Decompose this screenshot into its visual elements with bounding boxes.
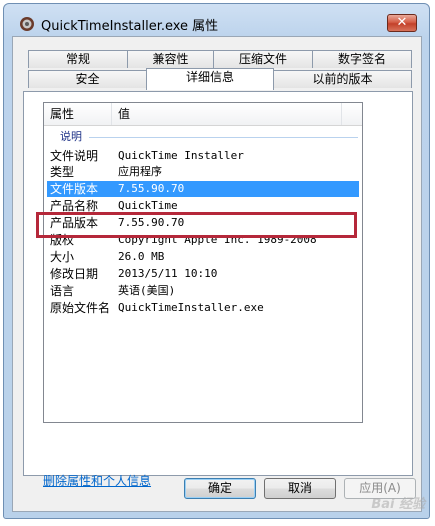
list-item[interactable]: 文件说明 QuickTime Installer [47,148,359,164]
property-value: QuickTime Installer [118,149,244,162]
window-title: QuickTimeInstaller.exe 属性 [41,19,219,34]
property-value: 应用程序 [118,165,162,178]
property-value: 英语(美国) [118,284,176,297]
property-name: 版权 [50,233,75,247]
property-value: 26.0 MB [118,250,165,263]
list-item[interactable]: 修改日期 2013/5/11 10:10 [47,266,359,282]
list-item[interactable]: 语言 英语(美国) [47,283,359,299]
property-value: QuickTimeInstaller.exe [118,301,264,314]
tab-general[interactable]: 常规 [28,50,128,68]
property-name: 大小 [50,250,75,264]
list-item[interactable]: 原始文件名 QuickTimeInstaller.exe [47,300,359,316]
list-item[interactable]: 大小 26.0 MB [47,249,359,265]
group-label: 说明 [60,130,82,143]
property-value: QuickTime [118,199,178,212]
property-name: 修改日期 [50,267,99,281]
title-bar[interactable]: QuickTimeInstaller.exe 属性 ✕ [4,4,429,38]
list-item[interactable]: 类型 应用程序 [47,164,359,180]
tab-digital-signatures[interactable]: 数字签名 [312,50,412,68]
list-item-selected[interactable]: 文件版本 7.55.90.70 [47,181,359,197]
list-item[interactable]: 产品版本 7.55.90.70 [47,215,359,231]
property-name: 产品名称 [50,199,99,213]
list-item[interactable]: 版权 Copyright Apple Inc. 1989-2008 [47,232,359,248]
tab-previous-versions[interactable]: 以前的版本 [273,70,412,88]
dialog-body: 常规 兼容性 压缩文件 数字签名 安全 详细信息 以前的版本 属性 值 说明 文… [12,36,422,512]
tab-compatibility[interactable]: 兼容性 [127,50,214,68]
property-name: 语言 [50,284,75,298]
property-name: 原始文件名 [50,301,111,315]
quicktime-app-icon [20,17,34,31]
property-name: 文件版本 [50,182,99,196]
tab-details[interactable]: 详细信息 [146,68,274,90]
property-name: 类型 [50,165,75,179]
tab-security[interactable]: 安全 [28,70,147,88]
properties-dialog: QuickTimeInstaller.exe 属性 ✕ 常规 兼容性 压缩文件 … [3,3,430,519]
tab-compression[interactable]: 压缩文件 [213,50,313,68]
cancel-button[interactable]: 取消 [264,478,336,499]
property-value: Copyright Apple Inc. 1989-2008 [118,233,317,246]
property-name: 产品版本 [50,216,99,230]
property-value: 7.55.90.70 [118,182,185,195]
properties-list[interactable]: 属性 值 说明 文件说明 QuickTime Installer 类型 应用程序… [43,102,363,423]
property-value: 2013/5/11 10:10 [118,267,218,280]
remove-properties-link[interactable]: 删除属性和个人信息 [43,472,151,489]
list-header: 属性 值 [44,103,362,126]
column-header-value[interactable]: 值 [112,103,342,125]
property-value: 7.55.90.70 [118,216,185,229]
watermark-text: Bai 经验 [371,497,425,512]
group-divider [89,137,358,138]
ok-button[interactable]: 确定 [184,478,256,499]
column-header-property[interactable]: 属性 [44,103,112,125]
details-panel: 属性 值 说明 文件说明 QuickTime Installer 类型 应用程序… [23,91,413,488]
property-name: 文件说明 [50,149,99,163]
group-header-description[interactable]: 说明 [47,130,358,144]
list-item[interactable]: 产品名称 QuickTime [47,198,359,214]
close-button[interactable]: ✕ [387,14,417,32]
